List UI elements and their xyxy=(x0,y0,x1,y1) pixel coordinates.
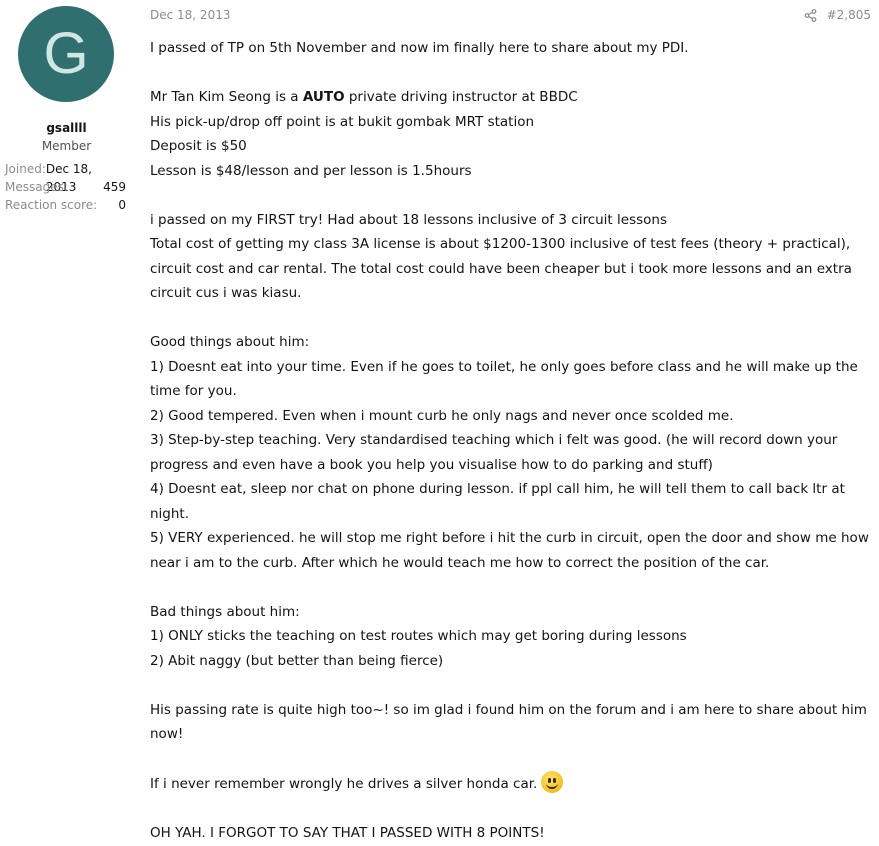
post-text-line: His pick-up/drop off point is at bukit g… xyxy=(150,113,535,130)
user-title: Member xyxy=(41,139,92,153)
share-icon[interactable] xyxy=(804,8,817,22)
post-text-line: His passing rate is quite high too~! so … xyxy=(150,701,867,743)
post-text-line: 3) Step-by-step teaching. Very standardi… xyxy=(150,432,838,473)
post-text-line: Good things about him: xyxy=(150,334,310,350)
post-text-line: Total cost of getting my class 3A licens… xyxy=(150,236,852,301)
stat-value: Dec 18, 2013 xyxy=(45,162,92,194)
avatar[interactable]: G xyxy=(18,6,114,102)
stat-label: Messages: xyxy=(5,180,68,194)
text-segment: private driving instructor at BBDC xyxy=(344,89,578,105)
text-segment: Mr Tan Kim Seong is a xyxy=(150,89,303,105)
stat-messages: Messages: 459 xyxy=(5,178,126,196)
text-segment: If i never remember wrongly he drives a … xyxy=(150,776,538,792)
post-text-line: 5) VERY experienced. he will stop me rig… xyxy=(150,530,869,571)
post-text-line: I passed of TP on 5th November and now i… xyxy=(150,40,689,56)
post-number-link[interactable]: #2,805 xyxy=(827,8,871,22)
post-text-line: Lesson is $48/lesson and per lesson is 1… xyxy=(150,162,472,179)
post-text-line: Bad things about him: xyxy=(150,603,300,620)
username-link[interactable]: gsallll xyxy=(0,121,133,135)
post-text-line: Deposit is $50 xyxy=(150,138,247,154)
stat-reaction-score: Reaction score: 0 xyxy=(5,196,126,214)
stat-label: Reaction score: xyxy=(5,198,98,212)
post-body: I passed of TP on 5th November and now i… xyxy=(150,36,872,846)
stat-value: 0 xyxy=(118,198,126,212)
post-text-line: 1) Doesnt eat into your time. Even if he… xyxy=(150,358,858,400)
bold-text: AUTO xyxy=(302,89,345,105)
stat-value: 459 xyxy=(103,180,126,194)
stat-label: Joined: xyxy=(5,162,46,176)
post-text-line: i passed on my FIRST try! Had about 18 l… xyxy=(150,211,667,228)
post-text-line: OH YAH. I FORGOT TO SAY THAT I PASSED WI… xyxy=(150,825,545,841)
post-actions: #2,805 xyxy=(804,8,871,22)
stat-joined: Joined: Dec 18, 2013 xyxy=(5,160,126,194)
smile-emoji-icon xyxy=(541,771,564,793)
post-text-line: Mr Tan Kim Seong is a AUTO private drivi… xyxy=(150,85,872,110)
post-text-line: 2) Abit naggy (but better than being fie… xyxy=(150,652,444,669)
post-text-line: 4) Doesnt eat, sleep nor chat on phone d… xyxy=(150,481,845,522)
user-stats: Joined: Dec 18, 2013 Messages: 459 React… xyxy=(5,160,126,214)
post-text-line: 1) ONLY sticks the teaching on test rout… xyxy=(150,628,687,644)
post-date-link[interactable]: Dec 18, 2013 xyxy=(150,8,230,22)
post-text-line: 2) Good tempered. Even when i mount curb… xyxy=(150,407,734,424)
post-header: Dec 18, 2013 #2,805 xyxy=(150,8,871,26)
avatar-letter: G xyxy=(43,21,89,86)
post-text-line: If i never remember wrongly he drives a … xyxy=(150,771,872,797)
